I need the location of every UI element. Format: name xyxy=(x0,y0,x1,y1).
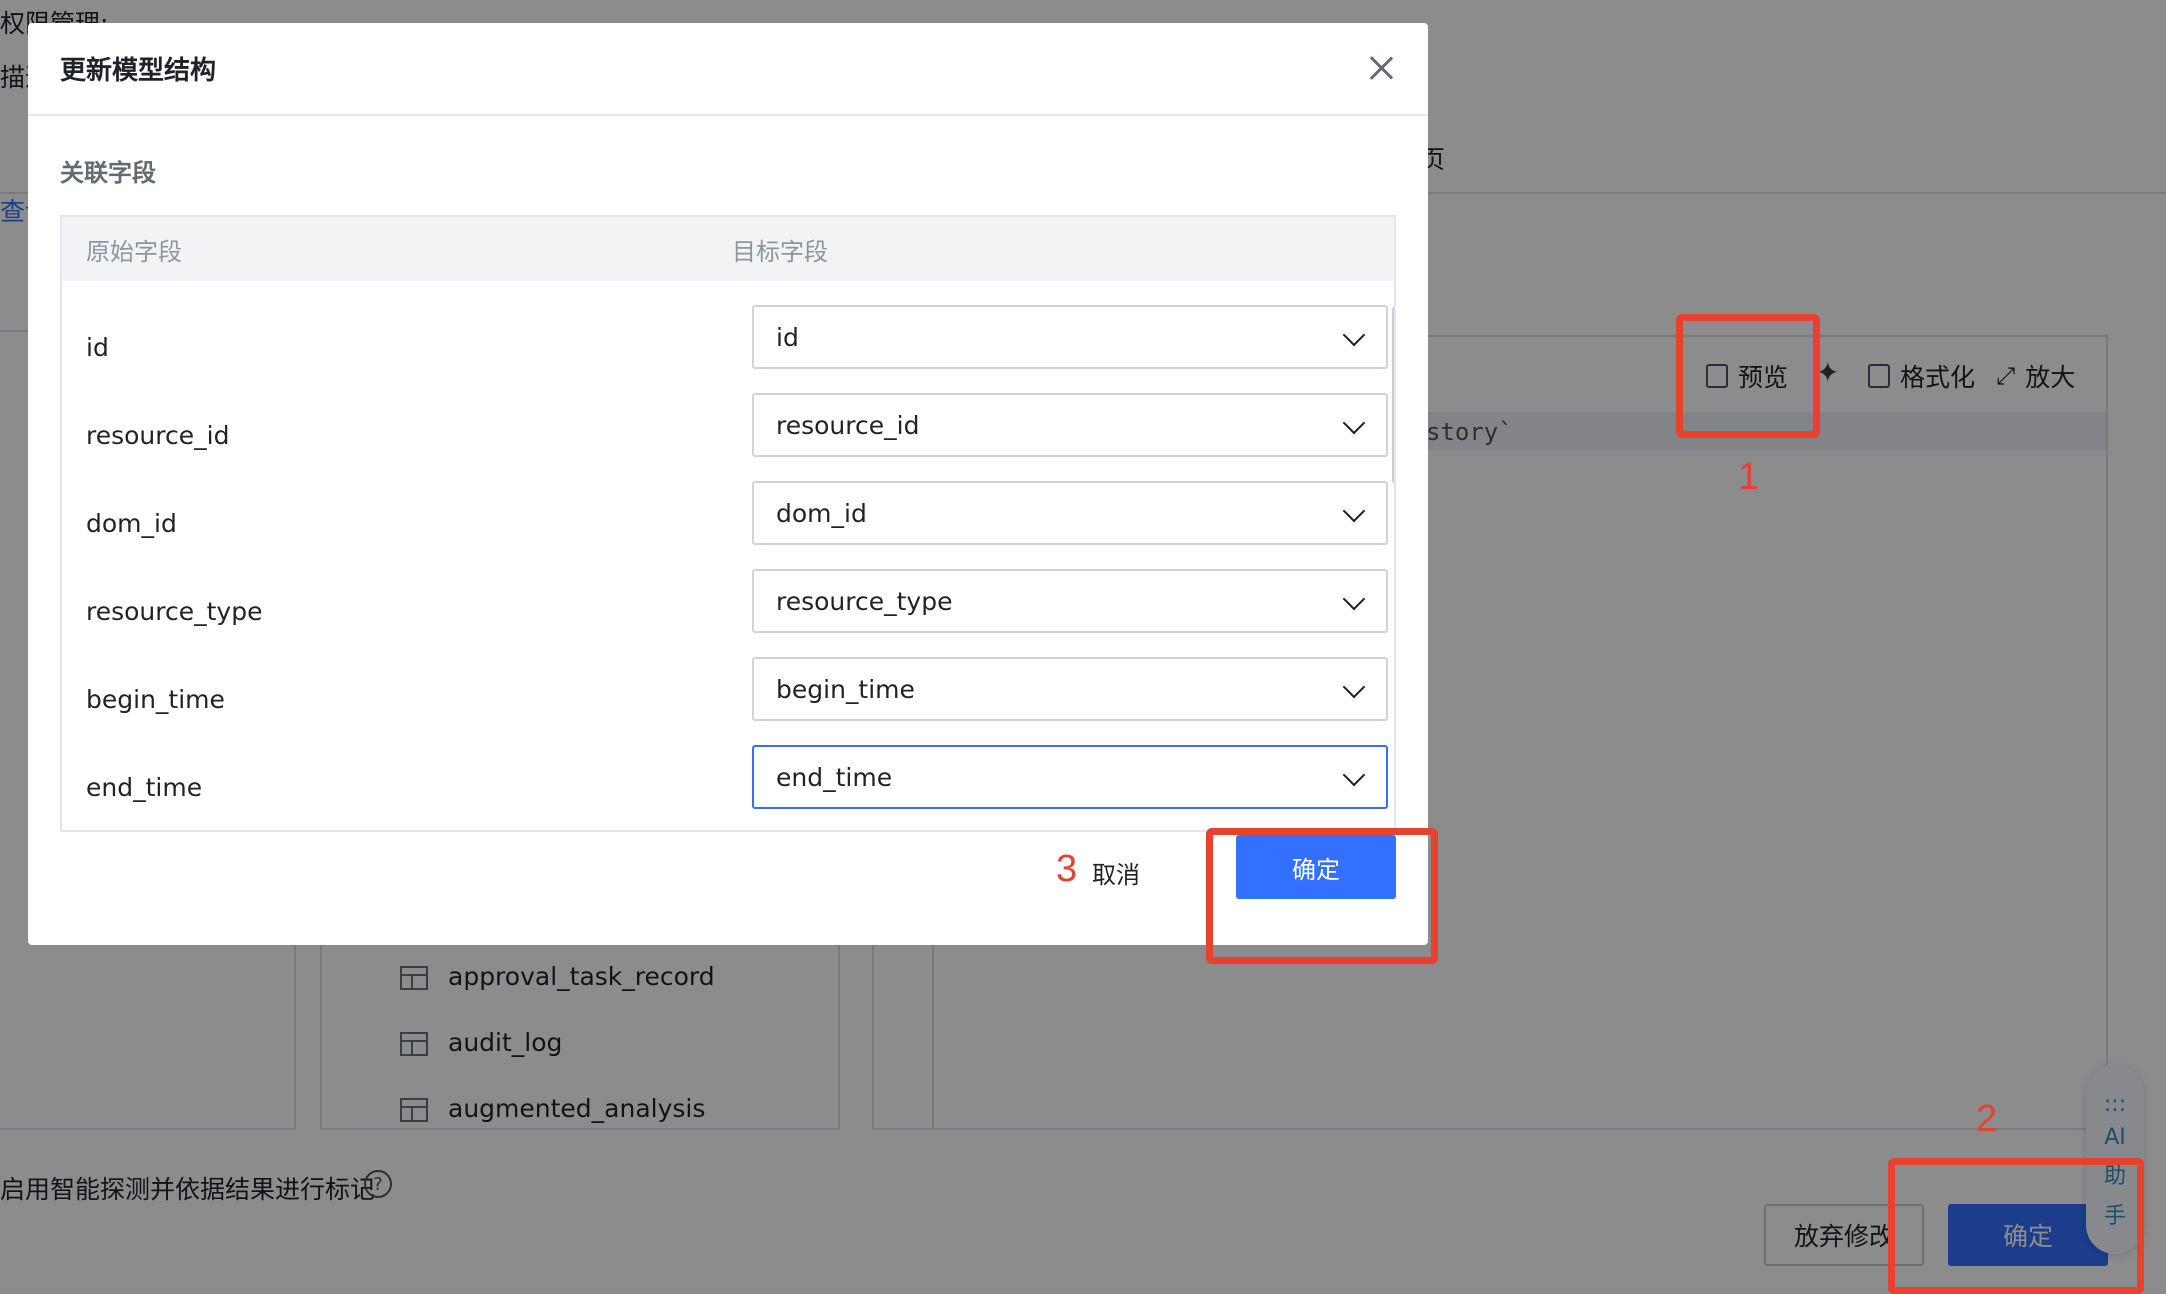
section-label: 关联字段 xyxy=(60,159,156,187)
target-field-select[interactable]: resource_type xyxy=(752,569,1388,633)
annotation-box-2 xyxy=(1888,1158,2144,1294)
dialog-title: 更新模型结构 xyxy=(60,56,217,86)
mapping-row: dom_id dom_id xyxy=(62,481,1388,569)
target-field-value: resource_id xyxy=(776,410,920,440)
target-field-value: begin_time xyxy=(776,674,915,704)
target-field-value: dom_id xyxy=(776,498,867,528)
mapping-row: id id xyxy=(62,305,1388,393)
target-field-value: id xyxy=(776,322,799,352)
chevron-down-icon xyxy=(1342,411,1366,435)
chevron-down-icon xyxy=(1342,587,1366,611)
source-field: dom_id xyxy=(86,509,177,538)
update-model-dialog: 更新模型结构 关联字段 原始字段 目标字段 id id resource_id res… xyxy=(28,23,1428,945)
target-field-select[interactable]: begin_time xyxy=(752,657,1388,721)
chevron-down-icon xyxy=(1342,763,1366,787)
target-field-value: resource_type xyxy=(776,586,953,616)
target-field-select[interactable]: resource_id xyxy=(752,393,1388,457)
chevron-down-icon xyxy=(1342,323,1366,347)
source-field: begin_time xyxy=(86,685,225,714)
source-field: end_time xyxy=(86,773,203,802)
mapping-row: resource_id resource_id xyxy=(62,393,1388,481)
annotation-number-3: 3 xyxy=(1056,848,1078,890)
annotation-box-1 xyxy=(1676,314,1820,438)
target-field-select[interactable]: dom_id xyxy=(752,481,1388,545)
source-column-header: 原始字段 xyxy=(86,237,182,266)
source-field: id xyxy=(86,333,109,362)
mapping-row: begin_time begin_time xyxy=(62,657,1388,745)
scrollbar[interactable] xyxy=(1392,305,1394,485)
target-column-header: 目标字段 xyxy=(732,237,828,266)
table-header: 原始字段 目标字段 xyxy=(62,217,1394,281)
annotation-number-2: 2 xyxy=(1976,1098,1998,1140)
chevron-down-icon xyxy=(1342,675,1366,699)
annotation-box-3 xyxy=(1206,828,1438,964)
target-field-value: end_time xyxy=(776,762,893,792)
cancel-button[interactable]: 取消 xyxy=(1092,855,1140,890)
chevron-down-icon xyxy=(1342,499,1366,523)
close-icon[interactable] xyxy=(1364,51,1398,85)
source-field: resource_type xyxy=(86,597,263,626)
field-mapping-table: 原始字段 目标字段 id id resource_id resource_id dom_… xyxy=(60,215,1396,832)
dialog-header: 更新模型结构 xyxy=(28,23,1428,116)
mapping-row: resource_type resource_type xyxy=(62,569,1388,657)
target-field-select[interactable]: end_time xyxy=(752,745,1388,809)
target-field-select[interactable]: id xyxy=(752,305,1388,369)
source-field: resource_id xyxy=(86,421,230,450)
annotation-number-1: 1 xyxy=(1738,456,1760,498)
